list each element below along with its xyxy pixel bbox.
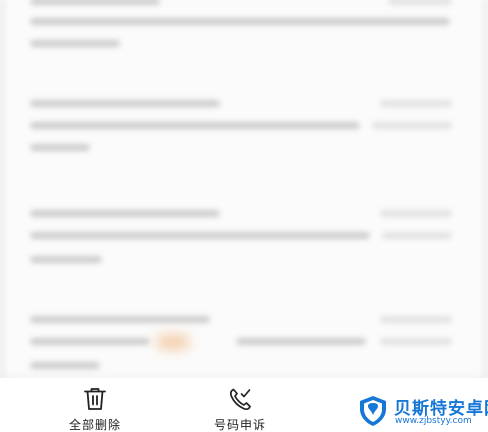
message-preview-line [236, 338, 366, 345]
message-preview-line [372, 122, 452, 129]
blocked-messages-screen: 全部删除 号码申诉 贝斯特安卓网 www.zjbstyy.com [0, 0, 488, 432]
list-item[interactable] [0, 0, 488, 98]
message-emoji [156, 334, 190, 350]
number-appeal-button[interactable]: 号码申诉 [192, 378, 288, 432]
message-time [388, 0, 452, 5]
message-preview-line [30, 18, 450, 25]
message-preview-line [30, 144, 90, 151]
shield-logo-icon [360, 396, 386, 426]
trash-icon [84, 388, 106, 410]
message-sender [30, 100, 220, 107]
list-item[interactable] [0, 92, 488, 202]
message-sender [30, 0, 160, 5]
message-preview-line [380, 338, 452, 345]
message-sender [30, 210, 220, 217]
delete-all-label: 全部删除 [68, 418, 121, 432]
number-appeal-label: 号码申诉 [213, 418, 266, 432]
message-preview-line [30, 362, 100, 369]
message-list [0, 0, 488, 380]
message-preview-line [30, 232, 370, 239]
message-time [380, 100, 452, 107]
list-item[interactable] [0, 202, 488, 312]
message-time [380, 210, 452, 217]
message-preview-line [30, 256, 102, 263]
watermark-url: www.zjbstyy.com [395, 416, 472, 426]
message-preview-line [30, 40, 120, 47]
phone-check-icon [229, 388, 251, 411]
message-preview-line [30, 122, 360, 129]
message-preview-line [382, 232, 452, 239]
message-sender [30, 316, 210, 323]
message-preview-line [30, 338, 150, 345]
message-time [380, 316, 452, 323]
site-watermark: 贝斯特安卓网 www.zjbstyy.com [356, 392, 488, 432]
delete-all-button[interactable]: 全部删除 [47, 378, 143, 432]
